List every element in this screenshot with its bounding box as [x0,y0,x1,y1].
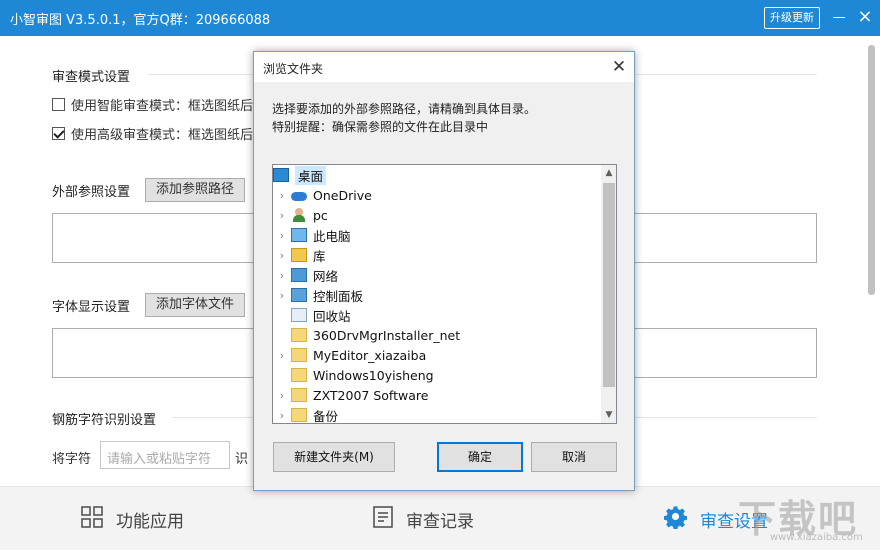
advanced-review-label: 使用高级审查模式：框选图纸后 [71,128,254,143]
expand-arrow-icon[interactable]: › [273,389,291,402]
tree-item-label: 控制面板 [313,288,364,304]
watermark-url: www.xiazaiba.com [770,532,863,543]
dialog-title-bar: 浏览文件夹 ✕ [254,52,634,82]
tree-scrollbar[interactable]: ▲ ▼ [601,165,616,423]
tree-item-network[interactable]: › 网络 [273,265,603,285]
recycle-bin-icon [291,308,307,322]
dialog-message-line1: 选择要添加的外部参照路径，请精确到具体目录。 [272,102,537,116]
folder-icon [291,328,307,342]
tree-item-folder[interactable]: 360DrvMgrInstaller_net [273,325,603,345]
tree-item-label: Windows10yisheng [313,367,434,383]
scroll-down-icon[interactable]: ▼ [601,407,616,423]
user-icon [291,208,307,222]
smart-review-option[interactable]: 使用智能审查模式：框选图纸后 [52,95,253,114]
expand-arrow-icon[interactable]: › [273,209,291,222]
tree-item-label: 360DrvMgrInstaller_net [313,327,461,343]
expand-arrow-icon[interactable]: › [273,189,291,202]
tree-item-pc-user[interactable]: › pc [273,205,603,225]
tree-item-this-pc[interactable]: › 此电脑 [273,225,603,245]
title-bar: 小智审图 V3.5.0.1，官方Q群：209666088 升级更新 × [0,0,880,36]
expand-arrow-icon[interactable]: › [273,409,291,422]
folder-tree[interactable]: 桌面 › OneDrive › pc › 此电脑 › 库 › 网络 › 控制面板… [272,164,617,424]
upgrade-button[interactable]: 升级更新 [764,7,820,29]
add-ref-path-button[interactable]: 添加参照路径 [145,178,245,202]
expand-arrow-icon[interactable]: › [273,249,291,262]
tree-item-label: 库 [313,248,326,264]
tree-item-label: 回收站 [313,308,351,324]
control-panel-icon [291,288,307,302]
dialog-close-button[interactable]: ✕ [608,56,630,78]
tree-item-library[interactable]: › 库 [273,245,603,265]
advanced-review-checkbox[interactable] [52,127,65,140]
close-button[interactable]: × [856,6,874,28]
tree-item-recycle-bin[interactable]: 回收站 [273,305,603,325]
expand-arrow-icon[interactable]: › [273,349,291,362]
smart-review-checkbox[interactable] [52,98,65,111]
tree-item-label: 备份 [313,408,339,424]
desktop-icon [273,168,289,182]
external-ref-title: 外部参照设置 [52,185,131,200]
browse-folder-dialog: 浏览文件夹 ✕ 选择要添加的外部参照路径，请精确到具体目录。 特别提醒：确保需参… [253,51,635,491]
nav-label: 审查记录 [406,511,474,532]
ok-button[interactable]: 确定 [437,442,523,472]
add-font-file-button[interactable]: 添加字体文件 [145,293,245,317]
font-display-title: 字体显示设置 [52,300,131,315]
smart-review-label: 使用智能审查模式：框选图纸后 [71,99,254,114]
grid-icon [80,505,104,534]
tree-item-label: MyEditor_xiazaiba [313,347,427,363]
folder-icon [291,408,307,422]
minimize-button[interactable] [830,6,848,28]
dialog-message-line2: 特别提醒：确保需参照的文件在此目录中 [272,120,489,134]
expand-arrow-icon[interactable]: › [273,229,291,242]
nav-label: 功能应用 [116,511,184,532]
main-scrollbar[interactable] [868,45,875,295]
onedrive-icon [291,188,307,202]
tree-item-folder[interactable]: › ZXT2007 Software [273,385,603,405]
app-title: 小智审图 V3.5.0.1，官方Q群：209666088 [10,13,271,28]
dialog-body: 选择要添加的外部参照路径，请精确到具体目录。 特别提醒：确保需参照的文件在此目录… [254,82,634,490]
folder-icon [291,348,307,362]
scroll-thumb[interactable] [603,183,615,387]
tree-item-label: 网络 [313,268,339,284]
tree-item-control-panel[interactable]: › 控制面板 [273,285,603,305]
tree-item-label: OneDrive [313,187,372,203]
folder-icon [291,388,307,402]
tree-item-folder[interactable]: › MyEditor_xiazaiba [273,345,603,365]
char-label: 将字符 [52,452,92,467]
expand-arrow-icon[interactable]: › [273,289,291,302]
tree-item-folder[interactable]: Windows10yisheng [273,365,603,385]
nav-review-records[interactable]: 审查记录 [372,487,474,551]
tree-item-label: pc [313,207,328,223]
expand-arrow-icon[interactable]: › [273,269,291,282]
tree-item-label: 桌面 [295,165,327,185]
gear-icon [664,505,688,534]
tree-item-folder[interactable]: › 备份 [273,405,603,424]
tree-item-label: ZXT2007 Software [313,387,429,403]
tree-item-onedrive[interactable]: › OneDrive [273,185,603,205]
computer-icon [291,228,307,242]
document-icon [372,505,394,534]
new-folder-button[interactable]: 新建文件夹(M) [273,442,395,472]
dialog-title: 浏览文件夹 [263,62,324,76]
tree-item-label: 此电脑 [313,228,351,244]
tree-item-desktop[interactable]: 桌面 [273,165,603,185]
scroll-up-icon[interactable]: ▲ [601,165,616,181]
recognize-label: 识 [235,452,249,467]
review-mode-title: 审查模式设置 [52,70,131,85]
network-icon [291,268,307,282]
rebar-title: 钢筋字符识别设置 [52,413,157,428]
cancel-button[interactable]: 取消 [531,442,617,472]
folder-icon [291,368,307,382]
nav-function-apps[interactable]: 功能应用 [80,487,184,551]
advanced-review-option[interactable]: 使用高级审查模式：框选图纸后 [52,124,253,143]
char-input[interactable]: 请输入或粘贴字符 [100,441,230,469]
library-icon [291,248,307,262]
